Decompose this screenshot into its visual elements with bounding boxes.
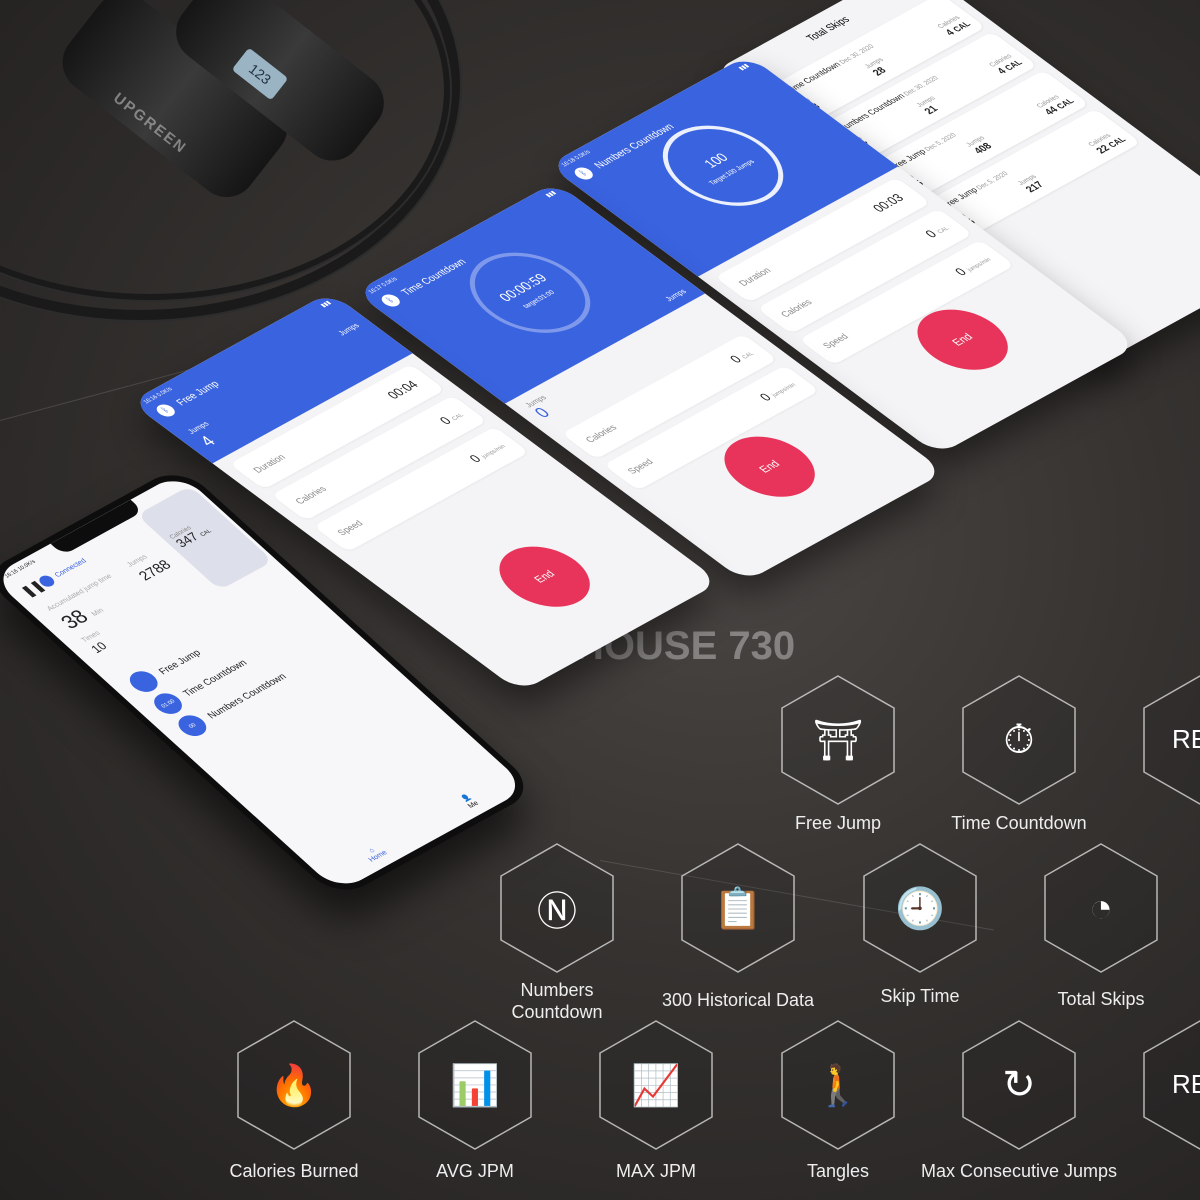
- end-button[interactable]: End: [480, 535, 609, 619]
- connection-status: Connected: [52, 556, 88, 579]
- cal-unit: CAL: [1002, 58, 1025, 73]
- cal-unit: CAL: [1106, 135, 1129, 150]
- cal-unit: CAL: [199, 528, 213, 538]
- bar-chart-icon: 📊: [450, 1063, 500, 1108]
- feature-hex: ⏱: [961, 674, 1077, 806]
- stat-label: Duration: [736, 266, 774, 289]
- feature-hex: ◔: [1043, 842, 1159, 974]
- cal-unit: CAL: [951, 20, 974, 34]
- feature-hex: 📈: [598, 1019, 714, 1151]
- n-stopwatch-icon: Ⓝ: [537, 890, 577, 934]
- minutes-value: 38: [54, 605, 94, 634]
- jumps-label: Jumps: [336, 321, 362, 337]
- count-ring: 00:00:59 target:01:00: [445, 237, 616, 349]
- stat-label: Calories: [583, 423, 620, 445]
- feature-label: Max Consecutive Jumps: [920, 1161, 1118, 1181]
- status-bar: 16:16 0.0K/s: [142, 386, 174, 405]
- clock-icon: 🕘: [895, 886, 945, 931]
- min-unit: Min: [89, 606, 106, 618]
- feature-partial-label: RE: [1172, 724, 1200, 754]
- jumps-label: Jumps: [185, 419, 211, 436]
- feature-hex: ⛩: [780, 674, 896, 806]
- mode-icon: [124, 667, 164, 696]
- tab-me[interactable]: 👤 Me: [459, 793, 480, 810]
- status-bar: 16:18 0.0K/s: [560, 149, 592, 168]
- mode-icon: 01:00: [148, 689, 188, 718]
- feature-label: Calories Burned: [229, 1161, 359, 1181]
- stat-label: Speed: [335, 518, 366, 538]
- feature-hex: ↻: [961, 1019, 1077, 1151]
- mode-label: Free Jump: [155, 647, 204, 677]
- stat-value: 00:04: [384, 378, 423, 402]
- jumps-label: Jumps: [663, 287, 689, 303]
- stat-unit: jumps/min: [480, 443, 508, 460]
- pie-chart-icon: ◔: [1088, 885, 1114, 930]
- feature-hex: Ⓝ: [499, 842, 615, 974]
- feature-partial-label: RE: [1172, 1069, 1200, 1099]
- feature-label: Skip Time: [880, 986, 960, 1006]
- trend-chart-icon: 📈: [631, 1063, 681, 1108]
- person-door-icon: ⛩: [812, 718, 864, 763]
- feature-label: AVG JPM: [436, 1161, 514, 1181]
- stat-label: Speed: [820, 332, 852, 351]
- feature-hex: 🕘: [862, 842, 978, 974]
- notch: [50, 499, 144, 556]
- feature-label: Free Jump: [794, 813, 882, 833]
- stat-label: Calories: [293, 484, 330, 507]
- feature-hex: 📋: [680, 842, 796, 974]
- flame-icon: 🔥: [269, 1063, 319, 1108]
- tab-home[interactable]: ⌂ Home: [360, 843, 389, 864]
- stat-unit: CAL: [450, 412, 466, 422]
- stat-unit: jumps/min: [966, 257, 993, 273]
- cal-unit: CAL: [1054, 97, 1077, 111]
- clipboard-icon: 📋: [713, 886, 763, 931]
- feature-hex: 🔥: [236, 1019, 352, 1151]
- jumps-value: 4: [196, 433, 221, 450]
- feature-label: Time Countdown: [951, 813, 1087, 833]
- circular-arrow-icon: ↻: [1002, 1063, 1036, 1107]
- feature-label: Numbers Countdown: [511, 980, 603, 1022]
- stat-label: Speed: [625, 457, 656, 476]
- stat-value: 00:03: [869, 191, 908, 215]
- feature-label: 300 Historical Data: [661, 990, 815, 1010]
- feature-hex: 🚶: [780, 1019, 896, 1151]
- stat-unit: CAL: [741, 351, 756, 361]
- feature-hex: 📊: [417, 1019, 533, 1151]
- times-value: 10: [88, 639, 111, 656]
- stat-unit: CAL: [936, 225, 951, 235]
- feature-label: Total Skips: [1057, 989, 1145, 1009]
- feature-label: MAX JPM: [615, 1161, 696, 1181]
- mode-icon: 00: [172, 711, 212, 740]
- stat-label: Duration: [251, 452, 289, 475]
- jumper-icon: 🚶: [813, 1063, 863, 1108]
- stopwatch-icon: ⏱: [1003, 717, 1035, 762]
- feature-label: Tangles: [806, 1161, 870, 1181]
- status-bar: 16:17 0.0K/s: [367, 276, 399, 295]
- stat-unit: jumps/min: [770, 382, 798, 399]
- stat-label: Calories: [778, 297, 815, 320]
